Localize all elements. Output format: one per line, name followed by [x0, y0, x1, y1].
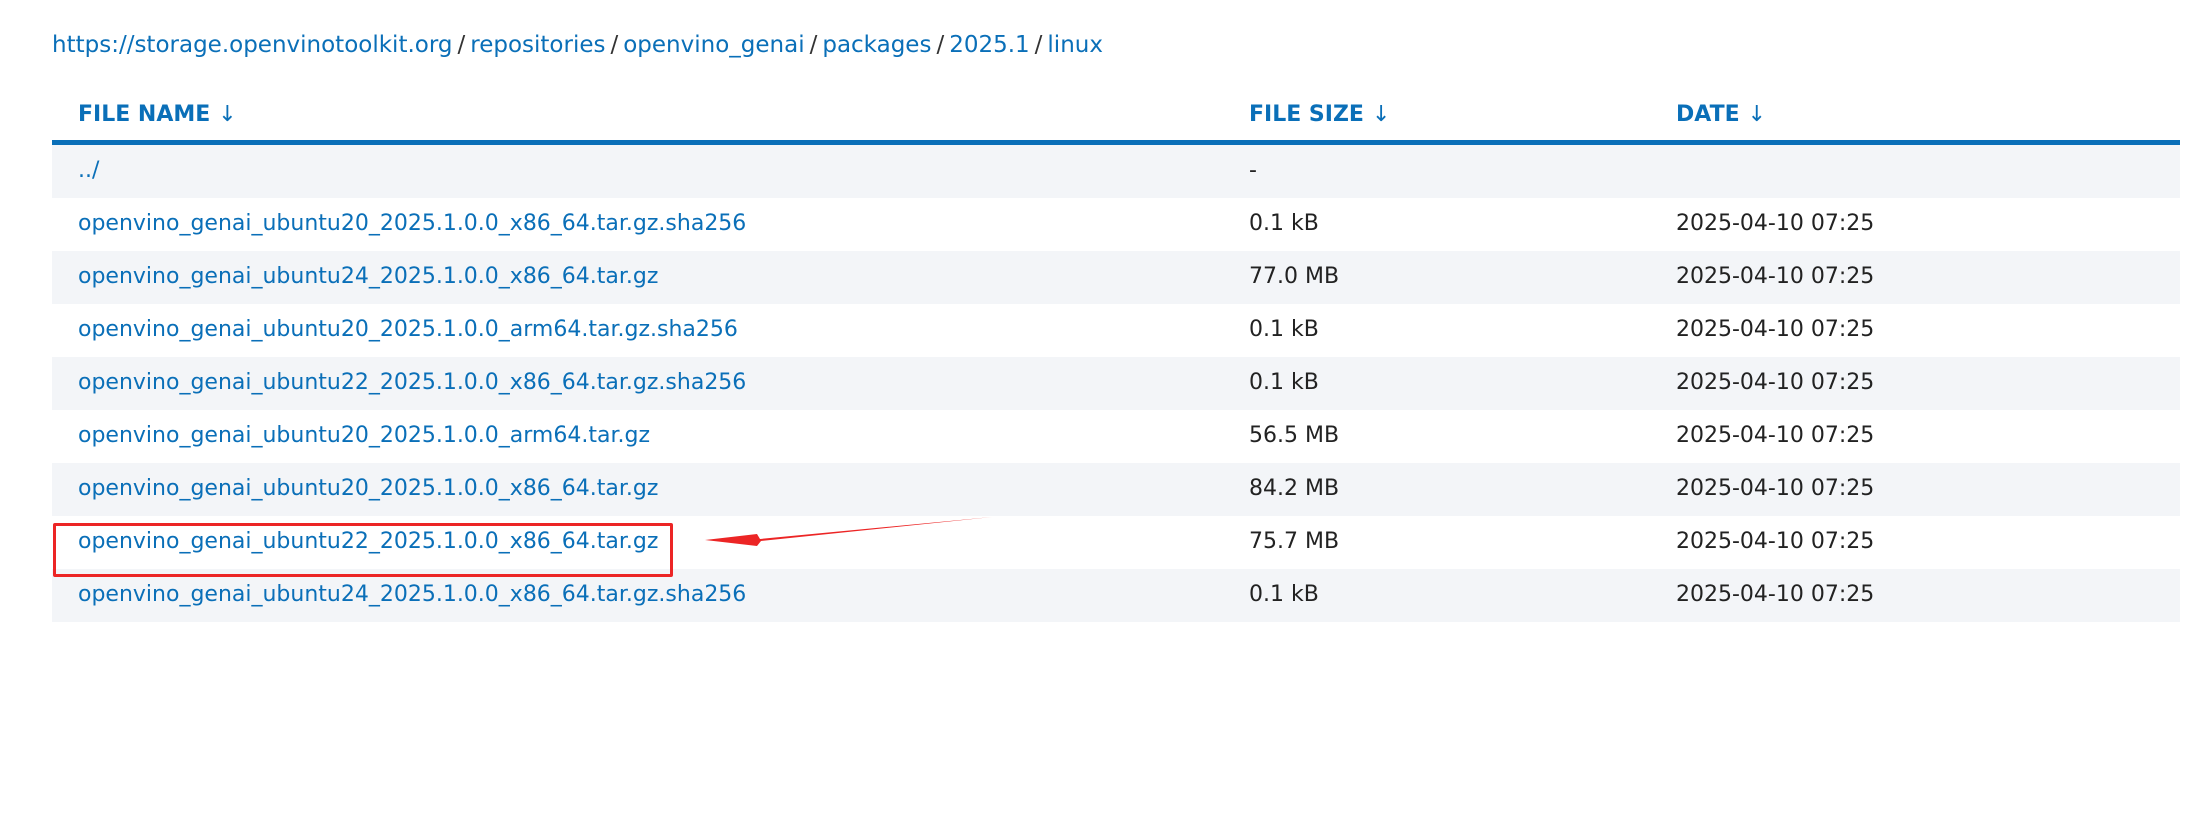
file-listing-table: FILE NAME ↓ FILE SIZE ↓ DATE ↓ ../ - openvi… — [52, 92, 2180, 622]
file-date-cell: 2025-04-10 07:25 — [1676, 211, 1875, 236]
file-date-cell: 2025-04-10 07:25 — [1676, 476, 1875, 501]
breadcrumb-separator: / — [457, 32, 466, 58]
breadcrumb-link-version[interactable]: 2025.1 — [949, 32, 1029, 58]
file-size-cell: 0.1 kB — [1249, 317, 1319, 342]
breadcrumb-separator: / — [1034, 32, 1043, 58]
file-link[interactable]: openvino_genai_ubuntu20_2025.1.0.0_x86_6… — [78, 476, 658, 501]
file-size-cell: 0.1 kB — [1249, 582, 1319, 607]
breadcrumb-separator: / — [936, 32, 945, 58]
table-row-parent-directory: ../ - — [52, 145, 2180, 198]
breadcrumb-link-packages[interactable]: packages — [822, 32, 931, 58]
file-size-cell: 0.1 kB — [1249, 370, 1319, 395]
breadcrumb-link-linux[interactable]: linux — [1047, 32, 1103, 58]
file-date-cell: 2025-04-10 07:25 — [1676, 370, 1875, 395]
file-link[interactable]: openvino_genai_ubuntu24_2025.1.0.0_x86_6… — [78, 264, 658, 289]
sort-by-date-header[interactable]: DATE ↓ — [1676, 100, 1766, 130]
file-date-cell: 2025-04-10 07:25 — [1676, 529, 1875, 554]
file-link[interactable]: openvino_genai_ubuntu24_2025.1.0.0_x86_6… — [78, 582, 746, 607]
file-size-cell: 77.0 MB — [1249, 264, 1340, 289]
sort-down-arrow-icon: ↓ — [1747, 102, 1767, 127]
file-size-cell: 84.2 MB — [1249, 476, 1340, 501]
file-size-cell: 75.7 MB — [1249, 529, 1340, 554]
table-row: openvino_genai_ubuntu24_2025.1.0.0_x86_6… — [52, 251, 2180, 304]
sort-by-file-name-header[interactable]: FILE NAME ↓ — [78, 100, 237, 130]
file-size-cell: 56.5 MB — [1249, 423, 1340, 448]
file-name-header-label: FILE NAME — [78, 102, 211, 127]
file-link[interactable]: openvino_genai_ubuntu20_2025.1.0.0_x86_6… — [78, 211, 746, 236]
table-row: openvino_genai_ubuntu24_2025.1.0.0_x86_6… — [52, 569, 2180, 622]
file-date-cell: 2025-04-10 07:25 — [1676, 317, 1875, 342]
table-row-highlighted: openvino_genai_ubuntu22_2025.1.0.0_x86_6… — [52, 516, 2180, 569]
sort-by-file-size-header[interactable]: FILE SIZE ↓ — [1249, 100, 1390, 130]
file-date-cell: 2025-04-10 07:25 — [1676, 423, 1875, 448]
file-link[interactable]: openvino_genai_ubuntu20_2025.1.0.0_arm64… — [78, 423, 650, 448]
table-header-row: FILE NAME ↓ FILE SIZE ↓ DATE ↓ — [52, 92, 2180, 145]
breadcrumb-separator: / — [809, 32, 818, 58]
file-size-cell: - — [1249, 158, 1257, 183]
file-size-cell: 0.1 kB — [1249, 211, 1319, 236]
breadcrumb-link-root[interactable]: https://storage.openvinotoolkit.org — [52, 32, 453, 58]
table-row: openvino_genai_ubuntu20_2025.1.0.0_x86_6… — [52, 198, 2180, 251]
breadcrumb: https://storage.openvinotoolkit.org / repo… — [52, 28, 1103, 62]
breadcrumb-link-repositories[interactable]: repositories — [470, 32, 605, 58]
sort-down-arrow-icon: ↓ — [1371, 102, 1391, 127]
file-link-highlighted[interactable]: openvino_genai_ubuntu22_2025.1.0.0_x86_6… — [78, 529, 658, 554]
parent-directory-link[interactable]: ../ — [78, 158, 99, 183]
breadcrumb-separator: / — [610, 32, 619, 58]
breadcrumb-link-openvino-genai[interactable]: openvino_genai — [623, 32, 804, 58]
table-row: openvino_genai_ubuntu20_2025.1.0.0_x86_6… — [52, 463, 2180, 516]
table-row: openvino_genai_ubuntu22_2025.1.0.0_x86_6… — [52, 357, 2180, 410]
file-link[interactable]: openvino_genai_ubuntu22_2025.1.0.0_x86_6… — [78, 370, 746, 395]
date-header-label: DATE — [1676, 102, 1740, 127]
sort-down-arrow-icon: ↓ — [218, 102, 237, 127]
file-link[interactable]: openvino_genai_ubuntu20_2025.1.0.0_arm64… — [78, 317, 738, 342]
file-date-cell: 2025-04-10 07:25 — [1676, 264, 1875, 289]
file-date-cell: 2025-04-10 07:25 — [1676, 582, 1875, 607]
table-row: openvino_genai_ubuntu20_2025.1.0.0_arm64… — [52, 410, 2180, 463]
directory-listing-page: https://storage.openvinotoolkit.org / repo… — [0, 0, 2204, 820]
table-row: openvino_genai_ubuntu20_2025.1.0.0_arm64… — [52, 304, 2180, 357]
file-size-header-label: FILE SIZE — [1249, 102, 1364, 127]
